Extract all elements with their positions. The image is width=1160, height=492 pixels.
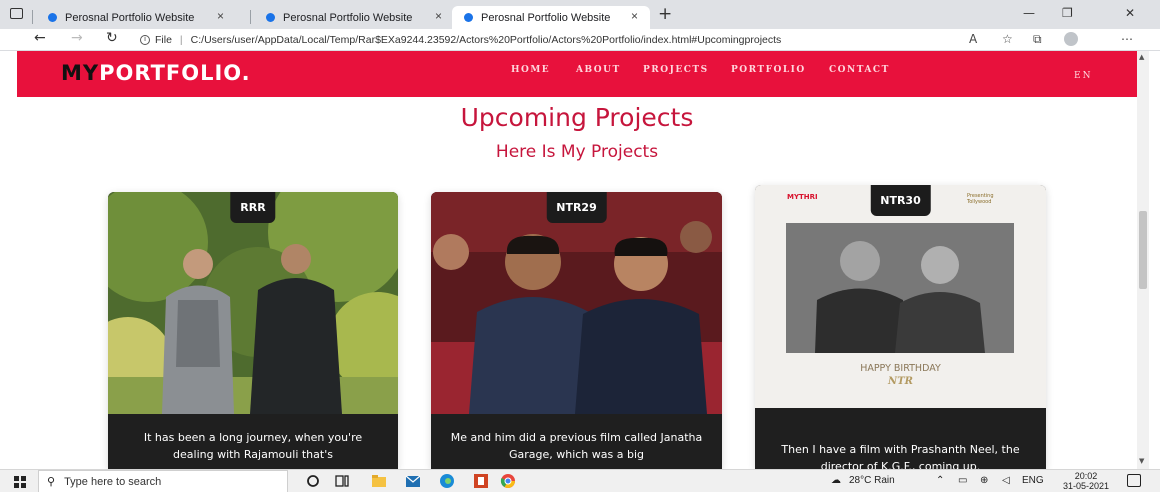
edge-browser-icon[interactable] (439, 473, 455, 489)
nav-home[interactable]: HOME (511, 65, 576, 75)
site-logo[interactable]: MYPORTFOLIO. (61, 61, 251, 85)
language-switch[interactable]: EN (1074, 71, 1092, 81)
project-badge: RRR (230, 192, 276, 223)
task-view-icon[interactable] (334, 473, 350, 489)
windows-start-icon[interactable] (14, 476, 26, 488)
nav-about[interactable]: ABOUT (576, 65, 643, 75)
scroll-down-arrow-icon[interactable]: ▼ (1139, 457, 1144, 465)
more-menu-icon[interactable]: ⋯ (1121, 32, 1133, 46)
edge-favicon-icon (48, 13, 57, 22)
tab-title: Perosnal Portfolio Website (481, 11, 611, 24)
search-placeholder: Type here to search (64, 475, 162, 488)
tab-separator (250, 10, 251, 24)
project-card-ntr29[interactable]: NTR29 Me and him did a previous film cal… (431, 192, 722, 469)
collections-icon[interactable]: ⧉ (1033, 32, 1042, 47)
scheme-label: File (155, 34, 172, 46)
page-scrollbar[interactable]: ▲ ▼ (1137, 51, 1149, 469)
tray-overflow-icon[interactable]: ⌃ (936, 475, 944, 486)
input-language[interactable]: ENG (1022, 475, 1044, 486)
tab-close-icon[interactable]: × (631, 9, 638, 23)
clock-time: 20:02 (1074, 471, 1098, 481)
browser-tab-2[interactable]: Perosnal Portfolio Website × (254, 6, 454, 29)
nav-projects[interactable]: PROJECTS (643, 65, 731, 75)
logo-my: MY (61, 61, 100, 85)
address-bar[interactable]: i File | C:/Users/user/AppData/Local/Tem… (140, 31, 781, 49)
mail-icon[interactable] (405, 473, 421, 489)
notification-center-icon[interactable] (1127, 474, 1141, 487)
forward-arrow-icon[interactable]: → (71, 30, 83, 46)
info-icon[interactable]: i (140, 35, 150, 45)
project-card-ntr30[interactable]: MYTHRI Presenting Tollywood HAPPY BIRTHD… (755, 185, 1046, 469)
windows-taskbar: ⚲ Type here to search ☁ 28°C Rain ⌃ ▭ ⊕ … (0, 469, 1160, 492)
poster-brand-left: MYTHRI (787, 193, 818, 201)
browser-tab-strip: Perosnal Portfolio Website × Perosnal Po… (0, 0, 1160, 29)
main-nav: HOME ABOUT PROJECTS PORTFOLIO CONTACT (511, 65, 909, 75)
url-text: C:/Users/user/AppData/Local/Temp/Rar$EXa… (190, 34, 782, 46)
browser-tab-1[interactable]: Perosnal Portfolio Website × (36, 6, 236, 29)
minimize-button[interactable]: — (1023, 6, 1035, 20)
network-icon[interactable]: ⊕ (980, 475, 988, 486)
scrollbar-thumb[interactable] (1139, 211, 1147, 289)
project-description: Me and him did a previous film called Ja… (450, 431, 703, 461)
project-badge: NTR29 (546, 192, 607, 223)
site-header: MYPORTFOLIO. HOME ABOUT PROJECTS PORTFOL… (17, 51, 1137, 97)
browser-toolbar: ← → ↻ i File | C:/Users/user/AppData/Loc… (0, 29, 1160, 51)
poster-brand-right: Presenting Tollywood (967, 193, 994, 205)
tab-separator (32, 10, 33, 24)
close-window-button[interactable]: ✕ (1125, 6, 1135, 20)
project-description: It has been a long journey, when you're … (143, 431, 363, 461)
nav-contact[interactable]: CONTACT (829, 65, 909, 75)
browser-tab-3-active[interactable]: Perosnal Portfolio Website × (452, 6, 650, 29)
section-title: Upcoming Projects (460, 103, 694, 132)
clock-date: 31-05-2021 (1063, 481, 1110, 491)
project-photo (108, 192, 398, 414)
logo-portfolio: PORTFOLIO. (99, 61, 251, 85)
battery-icon[interactable]: ▭ (958, 475, 967, 486)
edge-favicon-icon (266, 13, 275, 22)
weather-text[interactable]: 28°C Rain (849, 475, 895, 486)
taskbar-clock[interactable]: 20:02 31-05-2021 (1063, 471, 1109, 491)
refresh-icon[interactable]: ↻ (106, 30, 118, 46)
weather-icon[interactable]: ☁ (831, 475, 841, 486)
read-aloud-icon[interactable]: A (969, 32, 977, 46)
tab-title: Perosnal Portfolio Website (65, 11, 195, 24)
tab-close-icon[interactable]: × (217, 9, 224, 23)
favorites-star-icon[interactable]: ☆ (1002, 32, 1013, 46)
section-subtitle: Here Is My Projects (495, 142, 659, 162)
project-card-rrr[interactable]: RRR It has been a long journey, when you… (108, 192, 398, 469)
volume-icon[interactable]: ◁ (1002, 475, 1010, 486)
back-arrow-icon[interactable]: ← (34, 30, 46, 46)
tab-close-icon[interactable]: × (435, 9, 442, 23)
cortana-icon[interactable] (305, 473, 321, 489)
search-icon: ⚲ (47, 476, 56, 488)
project-photo (431, 192, 722, 414)
project-description: Then I have a film with Prashanth Neel, … (781, 443, 1020, 469)
tab-actions-menu-icon[interactable] (10, 8, 23, 19)
nav-portfolio[interactable]: PORTFOLIO (731, 65, 829, 75)
file-explorer-icon[interactable] (371, 473, 387, 489)
chrome-icon[interactable] (500, 473, 516, 489)
poster-caption-line1: HAPPY BIRTHDAY (860, 363, 941, 374)
profile-avatar-icon[interactable] (1064, 32, 1078, 46)
screen: Perosnal Portfolio Website × Perosnal Po… (0, 0, 1160, 492)
edge-favicon-icon (464, 13, 473, 22)
project-photo (755, 185, 1046, 408)
restore-button[interactable]: ❐ (1062, 6, 1073, 20)
powerpoint-icon[interactable] (473, 473, 489, 489)
address-divider: | (179, 34, 183, 46)
new-tab-button[interactable]: + (658, 4, 672, 24)
taskbar-search-box[interactable]: ⚲ Type here to search (38, 470, 288, 492)
scroll-up-arrow-icon[interactable]: ▲ (1139, 53, 1144, 61)
tab-title: Perosnal Portfolio Website (283, 11, 413, 24)
poster-caption-line2: NTR (888, 376, 913, 387)
project-badge: NTR30 (870, 185, 931, 216)
